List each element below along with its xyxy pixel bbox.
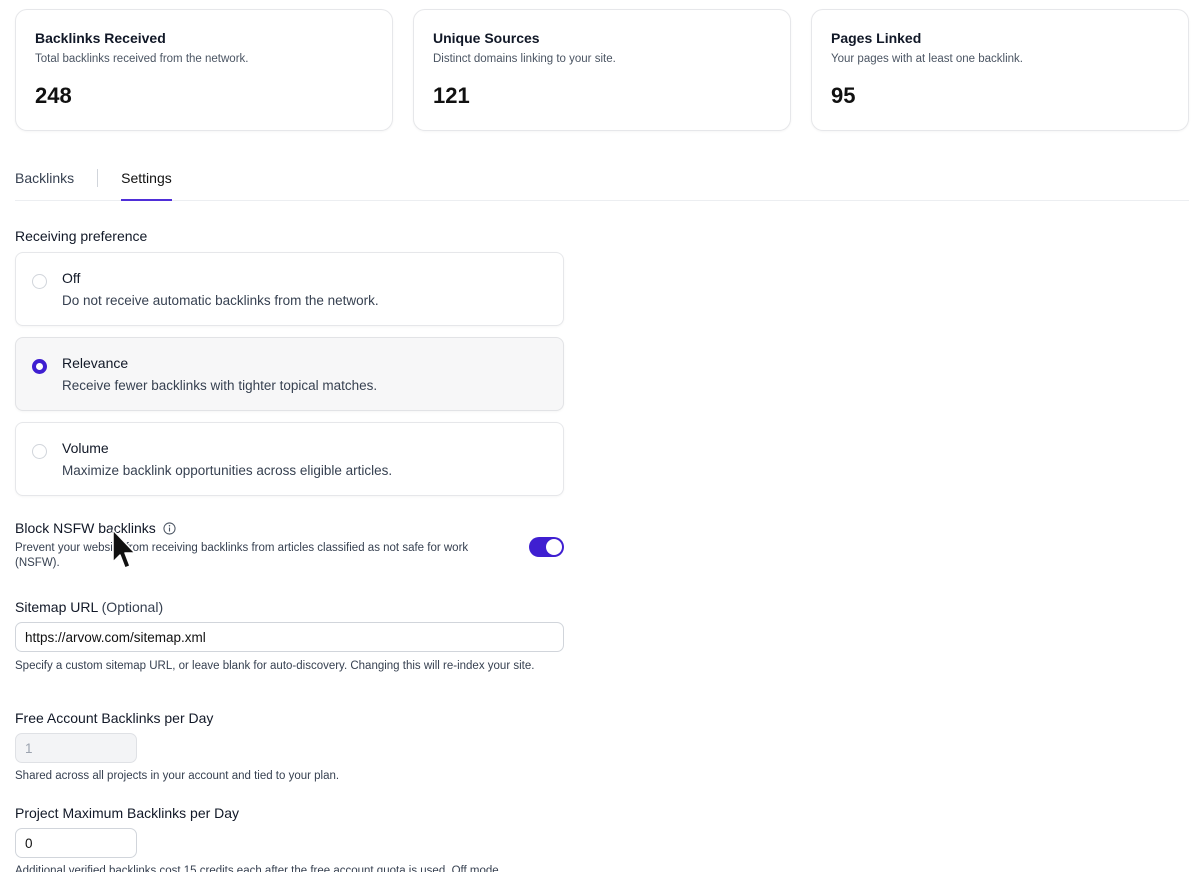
toggle-knob — [546, 539, 562, 555]
stat-description: Your pages with at least one backlink. — [831, 53, 1024, 65]
stat-description: Total backlinks received from the networ… — [35, 53, 249, 65]
info-icon[interactable] — [163, 521, 176, 535]
nsfw-description: Prevent your website from receiving back… — [15, 542, 469, 569]
optional-tag: (Optional) — [101, 599, 164, 615]
nsfw-setting-title: Block NSFW backlinks — [15, 520, 176, 536]
free-backlinks-input[interactable] — [15, 733, 137, 763]
tab-divider — [97, 169, 99, 187]
stat-description: Distinct domains linking to your site. — [433, 53, 616, 65]
stat-title: Pages Linked — [831, 30, 922, 46]
project-max-label: Project Maximum Backlinks per Day — [15, 805, 240, 821]
option-description: Receive fewer backlinks with tighter top… — [62, 378, 378, 393]
stat-title: Backlinks Received — [35, 30, 166, 46]
tab-bar: Backlinks Settings — [15, 162, 1189, 201]
sitemap-label-text: Sitemap URL — [15, 599, 98, 615]
project-max-input[interactable] — [15, 828, 137, 858]
tab-backlinks[interactable]: Backlinks — [15, 162, 74, 200]
stat-value: 95 — [831, 83, 856, 108]
free-backlinks-label: Free Account Backlinks per Day — [15, 710, 214, 726]
option-title: Volume — [62, 440, 109, 456]
stat-card-unique-sources: Unique Sources Distinct domains linking … — [413, 9, 791, 131]
option-title: Off — [62, 270, 81, 286]
option-volume[interactable]: Volume Maximize backlink opportunities a… — [15, 422, 564, 496]
option-description: Do not receive automatic backlinks from … — [62, 293, 379, 308]
stat-title: Unique Sources — [433, 30, 540, 46]
radio-off[interactable] — [32, 274, 47, 289]
project-max-help: Additional verified backlinks cost 15 cr… — [15, 865, 499, 872]
sitemap-help: Specify a custom sitemap URL, or leave b… — [15, 660, 535, 672]
stat-value: 248 — [35, 83, 72, 108]
receiving-preference-label: Receiving preference — [15, 228, 148, 244]
sitemap-label: Sitemap URL (Optional) — [15, 599, 163, 615]
option-description: Maximize backlink opportunities across e… — [62, 463, 393, 478]
radio-relevance[interactable] — [32, 359, 47, 374]
nsfw-title-text: Block NSFW backlinks — [15, 520, 156, 536]
sitemap-url-input[interactable] — [15, 622, 564, 652]
radio-volume[interactable] — [32, 444, 47, 459]
stat-value: 121 — [433, 83, 470, 108]
option-off[interactable]: Off Do not receive automatic backlinks f… — [15, 252, 564, 326]
option-relevance[interactable]: Relevance Receive fewer backlinks with t… — [15, 337, 564, 411]
option-title: Relevance — [62, 355, 129, 371]
stat-card-pages-linked: Pages Linked Your pages with at least on… — [811, 9, 1189, 131]
stats-row: Backlinks Received Total backlinks recei… — [15, 9, 1189, 131]
nsfw-toggle[interactable] — [529, 537, 564, 557]
free-backlinks-help: Shared across all projects in your accou… — [15, 770, 340, 782]
stat-card-backlinks-received: Backlinks Received Total backlinks recei… — [15, 9, 393, 131]
tab-settings[interactable]: Settings — [121, 162, 172, 201]
